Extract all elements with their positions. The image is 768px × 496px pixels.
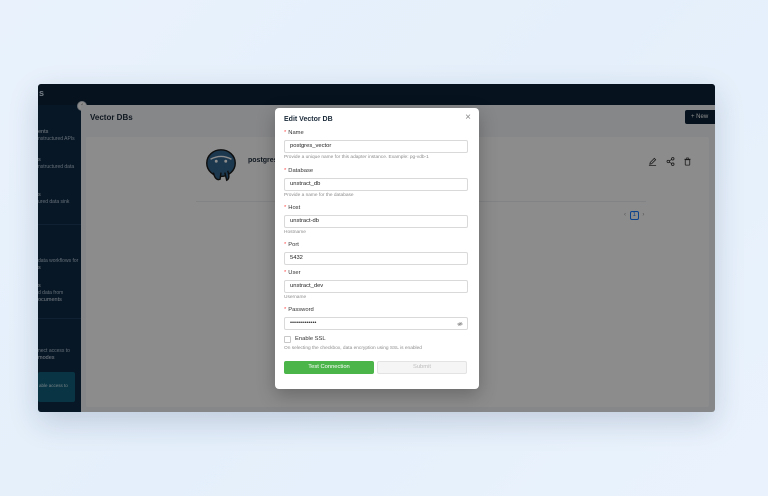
ssl-help: On selecting the checkbox, data encrypti… [284,346,422,351]
database-input[interactable]: unstract_db [284,178,468,191]
enable-ssl-checkbox[interactable] [284,336,291,343]
edit-vector-db-modal: Edit Vector DB × * Name postgres_vector P… [275,108,479,389]
host-label: * Host [284,205,300,211]
required-mark: * [284,270,287,276]
close-icon[interactable]: × [465,113,471,123]
user-help: Username [284,295,307,300]
name-label-text: Name [288,130,304,136]
submit-button[interactable]: Submit [377,361,467,374]
enable-ssl-label: Enable SSL [295,336,326,342]
required-mark: * [284,205,287,211]
name-label: * Name [284,130,304,136]
password-value: ••••••••••••• [290,320,317,326]
test-connection-button[interactable]: Test Connection [284,361,374,374]
port-input[interactable]: 5432 [284,252,468,265]
user-label-text: User [288,270,301,276]
eye-invisible-icon[interactable] [457,321,463,327]
port-label-text: Port [288,242,299,248]
password-label-text: Password [288,307,314,313]
database-help: Provide a name for the database [284,193,354,198]
host-help: Hostname [284,230,306,235]
modal-title: Edit Vector DB [284,116,333,123]
host-input[interactable]: unstract-db [284,215,468,228]
port-label: * Port [284,242,299,248]
database-label: * Database [284,168,313,174]
user-label: * User [284,270,301,276]
host-label-text: Host [288,205,301,211]
name-input[interactable]: postgres_vector [284,140,468,153]
database-label-text: Database [288,168,314,174]
required-mark: * [284,242,287,248]
required-mark: * [284,168,287,174]
password-label: * Password [284,307,314,313]
required-mark: * [284,307,287,313]
user-input[interactable]: unstract_dev [284,280,468,293]
required-mark: * [284,130,287,136]
password-input[interactable]: ••••••••••••• [284,317,468,330]
name-help: Provide a unique name for this adapter i… [284,155,429,160]
